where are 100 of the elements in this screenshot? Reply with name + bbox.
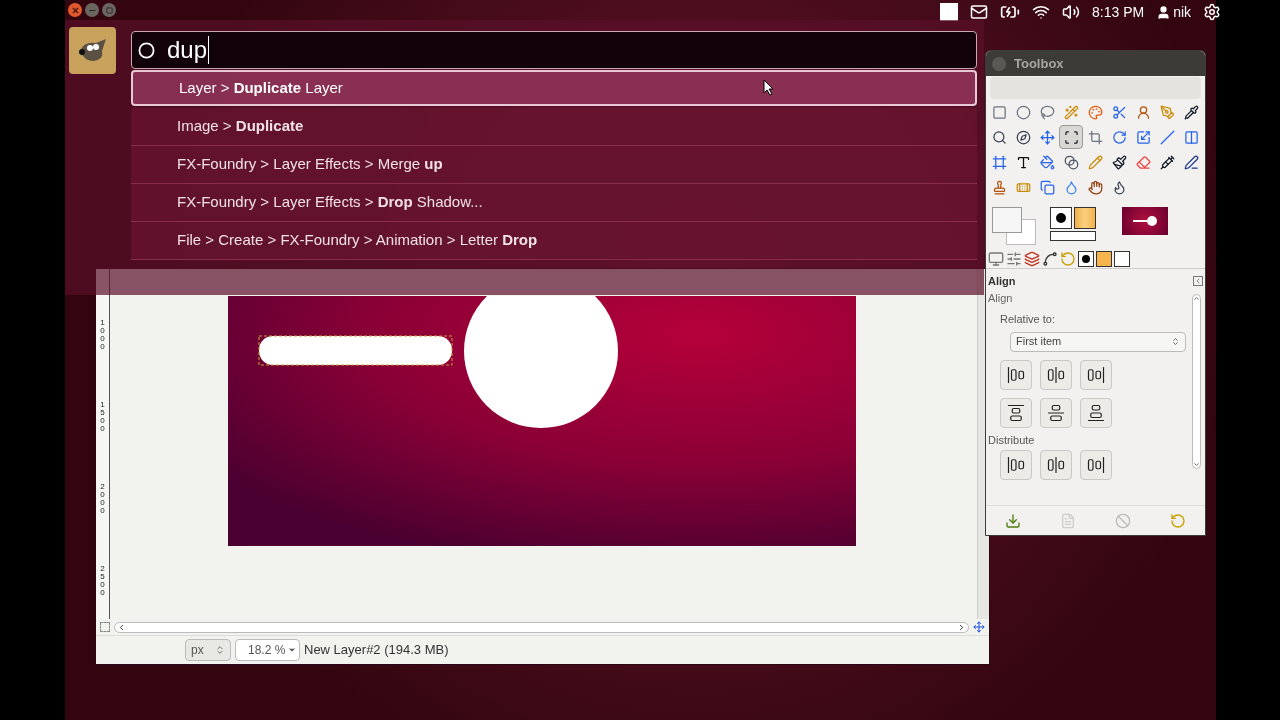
sliders-tab-icon[interactable]	[1006, 250, 1022, 267]
compass-icon	[1015, 129, 1031, 145]
stamp-icon	[991, 179, 1007, 195]
pen-tool-icon	[1159, 104, 1175, 120]
text-tool-icon	[1015, 154, 1031, 170]
cursor-icon	[763, 79, 774, 96]
horizontal-scrollbar[interactable]	[114, 621, 969, 633]
ruler-label: 2500	[100, 565, 105, 597]
paint-bucket-icon	[1039, 154, 1055, 170]
figure-icon	[1135, 104, 1151, 120]
search-result[interactable]: Layer > Duplicate Layer	[131, 70, 977, 106]
copy-icon	[1039, 179, 1055, 195]
paintbrush-icon	[1111, 154, 1127, 170]
search-field[interactable]: dup	[131, 31, 977, 69]
paths-tab-icon[interactable]	[1042, 250, 1058, 267]
align-button[interactable]	[1040, 359, 1072, 390]
align-left-icon	[1007, 365, 1025, 384]
spinner-icon	[138, 41, 155, 59]
wand-icon	[1063, 104, 1079, 120]
settings-icon[interactable]	[1203, 3, 1222, 21]
move-icon	[1039, 129, 1055, 145]
monitor-tab-icon[interactable]	[988, 250, 1004, 267]
image-preview[interactable]	[1122, 207, 1168, 235]
magnifier-icon	[991, 129, 1007, 145]
dock-menu-icon[interactable]	[1193, 276, 1203, 287]
pipette-icon	[1183, 104, 1199, 120]
relative-to-label: Relative to:	[999, 312, 1057, 327]
mail-icon[interactable]	[970, 3, 988, 21]
scroll-down-icon[interactable]	[1193, 461, 1200, 468]
layers-tab-icon[interactable]	[1024, 250, 1040, 267]
ruler-label: 1500	[100, 401, 105, 433]
panel-heading: Align	[988, 290, 1014, 306]
scroll-up-icon[interactable]	[1193, 294, 1200, 302]
download-icon[interactable]	[1005, 512, 1022, 529]
app-launcher-icon[interactable]	[69, 27, 116, 74]
caret-icon	[1194, 277, 1202, 286]
user-name[interactable]: nik	[1173, 1, 1192, 23]
gradient-tab-icon[interactable]	[1114, 250, 1130, 267]
ellipse-select-icon	[1015, 104, 1031, 120]
scroll-left-icon[interactable]	[117, 622, 126, 632]
lasso-icon	[1039, 104, 1055, 120]
align-button[interactable]	[1000, 359, 1032, 390]
close-icon	[70, 5, 80, 15]
align-button[interactable]	[1040, 450, 1072, 480]
tool-button[interactable]	[1059, 125, 1083, 149]
crop-icon	[1087, 129, 1103, 145]
ink-pen-icon	[1183, 154, 1199, 170]
rotate-icon	[1111, 129, 1127, 145]
align-button[interactable]	[1000, 450, 1032, 480]
droplet-icon	[1063, 179, 1079, 195]
align-button[interactable]	[1080, 397, 1112, 428]
align-right-icon	[1087, 365, 1105, 384]
search-result[interactable]: FX-Foundry > Layer Effects > Drop Shadow...	[131, 184, 977, 222]
gradient-preview[interactable]	[1050, 231, 1096, 241]
color-swatches[interactable]	[992, 207, 1036, 245]
syringe-icon	[1159, 154, 1175, 170]
search-result[interactable]: FX-Foundry > Layer Effects > Merge up	[131, 146, 977, 184]
brush-preview[interactable]	[1050, 207, 1072, 229]
align-center-icon	[1047, 456, 1065, 474]
flip-icon	[1183, 129, 1199, 145]
align-left-icon	[1007, 456, 1025, 474]
volume-icon[interactable]	[1062, 3, 1080, 21]
pattern-tab-icon[interactable]	[1096, 250, 1112, 267]
scan-icon	[1063, 129, 1079, 145]
search-result[interactable]: File > Create > FX-Foundry > Animation > Letter Drop	[131, 222, 977, 260]
scroll-right-icon[interactable]	[957, 622, 966, 632]
quick-mask-icon[interactable]	[100, 622, 110, 633]
relative-to-select[interactable]: First item	[1010, 331, 1186, 352]
scissors-icon	[1111, 104, 1127, 120]
brush-tab-icon[interactable]	[1078, 250, 1094, 267]
zoom-select[interactable]: 18.2 %	[235, 639, 300, 662]
ruler-label: 1000	[100, 319, 105, 351]
user-icon[interactable]	[1156, 4, 1172, 20]
panel-scrollbar[interactable]	[1192, 293, 1201, 469]
search-text: dup	[167, 36, 210, 64]
blend-icon	[1063, 154, 1079, 170]
align-button[interactable]	[1000, 397, 1032, 428]
distribute-label: Distribute	[988, 432, 1036, 448]
align-button[interactable]	[1080, 450, 1112, 480]
navigate-icon[interactable]	[973, 621, 985, 634]
align-button[interactable]	[1080, 359, 1112, 390]
spinner-icon	[1171, 337, 1180, 346]
eraser-icon	[1135, 154, 1151, 170]
align-right-icon	[1087, 456, 1105, 474]
search-result[interactable]: Image > Duplicate	[131, 108, 977, 146]
spinner-icon	[215, 645, 225, 656]
align-bottom-icon	[1087, 403, 1105, 422]
indicator-square-icon[interactable]	[940, 3, 958, 21]
wifi-icon[interactable]	[1032, 3, 1050, 21]
unit-select[interactable]: px	[185, 639, 231, 662]
pattern-preview[interactable]	[1074, 207, 1096, 229]
clock[interactable]: 8:13 PM	[1092, 1, 1145, 23]
scale-icon	[1135, 129, 1151, 145]
hand-icon	[1087, 179, 1103, 195]
dock-tab-label[interactable]: Align	[988, 273, 1016, 290]
rectangle-select-icon	[991, 104, 1007, 120]
align-button[interactable]	[1040, 397, 1072, 428]
frame-icon	[991, 154, 1007, 170]
flame-icon	[1111, 179, 1127, 195]
maximize-icon	[105, 6, 113, 14]
